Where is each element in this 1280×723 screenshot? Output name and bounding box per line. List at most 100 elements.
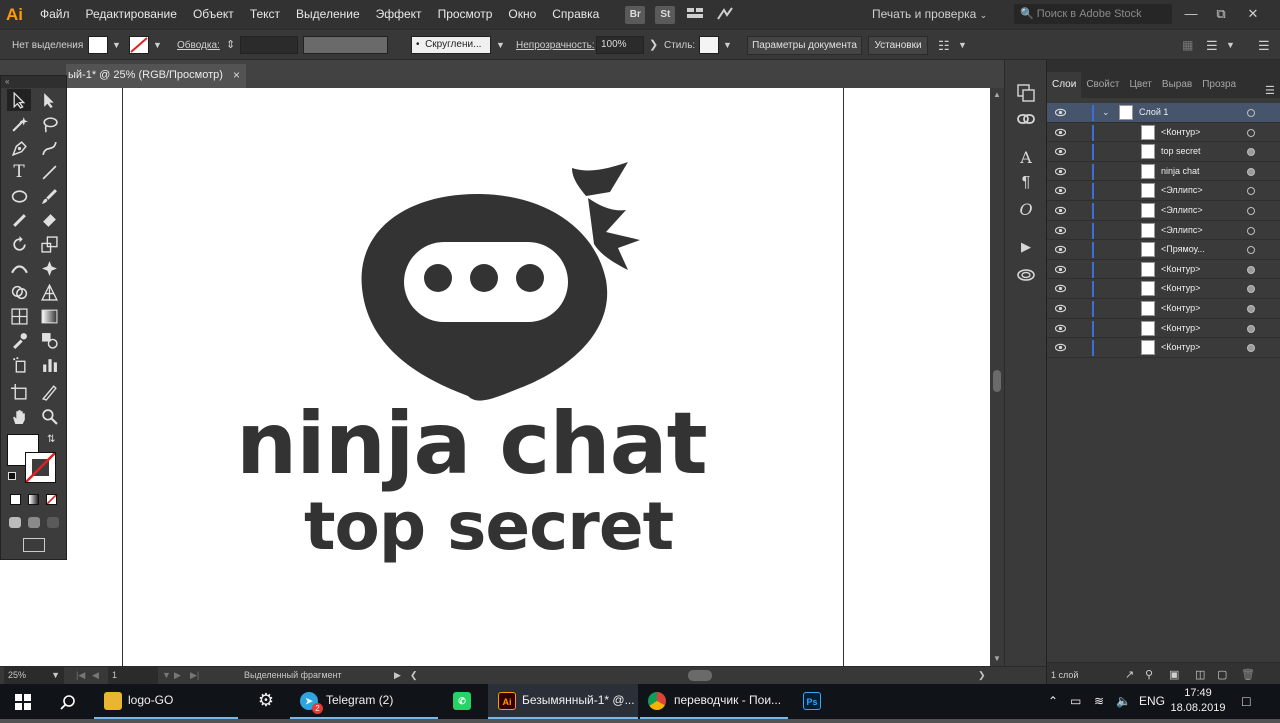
horizontal-scroll-thumb[interactable] <box>688 670 712 681</box>
layer-name[interactable]: <Контур> <box>1161 279 1200 298</box>
tab-layers[interactable]: Слои <box>1047 72 1082 98</box>
control-dropdown-icon[interactable]: ▼ <box>1226 30 1235 61</box>
shaper-tool-icon[interactable] <box>7 209 31 231</box>
align-icon[interactable]: ▦ <box>1182 30 1193 61</box>
gpu-performance-icon[interactable] <box>715 6 735 24</box>
zoom-tool-icon[interactable] <box>37 405 61 427</box>
stock-icon[interactable]: St <box>655 5 676 24</box>
layer-target-icon[interactable] <box>1247 344 1255 353</box>
show-hidden-icons[interactable]: ⌃ <box>1048 684 1058 719</box>
layer-target-icon[interactable] <box>1247 187 1255 196</box>
direct-selection-tool-icon[interactable] <box>37 89 61 111</box>
tab-transparency[interactable]: Прозра <box>1197 72 1241 98</box>
layer-target-icon[interactable] <box>1247 285 1255 294</box>
type-tool-icon[interactable]: T <box>7 161 31 183</box>
settings-taskbar-icon[interactable]: ⚙ <box>248 684 284 719</box>
layer-target-icon[interactable] <box>1247 148 1255 157</box>
scale-tool-icon[interactable] <box>37 233 61 255</box>
preferences-button[interactable]: Установки <box>868 36 928 55</box>
photoshop-taskbar-icon[interactable]: Ps <box>794 684 830 719</box>
perspective-grid-tool-icon[interactable] <box>37 281 61 303</box>
ninja-logo-artwork[interactable] <box>0 88 990 666</box>
scroll-left-icon[interactable]: ❮ <box>410 667 418 684</box>
visibility-eye-icon[interactable] <box>1055 166 1066 177</box>
none-mode-icon[interactable] <box>46 494 57 505</box>
curvature-tool-icon[interactable] <box>37 137 61 159</box>
layer-name[interactable]: top secret <box>1161 142 1201 161</box>
gradient-tool-icon[interactable] <box>37 305 61 327</box>
stroke-dropdown-icon[interactable]: ▼ <box>153 30 162 61</box>
menu-select[interactable]: Выделение <box>288 0 368 29</box>
layer-name[interactable]: <Контур> <box>1161 299 1200 318</box>
pen-tool-icon[interactable] <box>7 137 31 159</box>
line-tool-icon[interactable] <box>37 161 61 183</box>
status-menu-icon[interactable]: ▶ <box>394 667 401 684</box>
layer-name[interactable]: <Эллипс> <box>1161 221 1203 240</box>
control-bar-menu-icon[interactable]: ☰ <box>1258 30 1270 61</box>
visibility-eye-icon[interactable] <box>1055 107 1066 118</box>
illustrator-logo[interactable]: Ai <box>6 4 32 26</box>
arrange-dropdown-icon[interactable]: ▼ <box>958 30 967 61</box>
visibility-eye-icon[interactable] <box>1055 127 1066 138</box>
layer-row[interactable]: <Прямоу... <box>1047 240 1280 260</box>
layer-name[interactable]: <Эллипс> <box>1161 181 1203 200</box>
layer-target-icon[interactable] <box>1247 265 1255 274</box>
libraries-panel-icon[interactable] <box>1015 264 1037 286</box>
menu-object[interactable]: Объект <box>185 0 242 29</box>
variable-width-profile[interactable] <box>303 36 388 54</box>
screen-mode-icon[interactable] <box>23 538 45 552</box>
rotate-tool-icon[interactable] <box>7 233 31 255</box>
layer-target-icon[interactable] <box>1247 226 1255 235</box>
stock-search-input[interactable]: 🔍 Поиск в Adobe Stock <box>1014 4 1172 24</box>
layer-row[interactable]: ninja chat <box>1047 162 1280 182</box>
symbol-sprayer-tool-icon[interactable] <box>7 353 31 375</box>
ellipse-tool-icon[interactable] <box>7 185 31 207</box>
width-tool-icon[interactable] <box>7 257 31 279</box>
visibility-eye-icon[interactable] <box>1055 283 1066 294</box>
network-tray-icon[interactable]: ▭ <box>1070 684 1081 719</box>
layer-name[interactable]: <Контур> <box>1161 338 1200 357</box>
artboard-tool-icon[interactable] <box>7 381 31 403</box>
layer-target-icon[interactable] <box>1247 109 1255 117</box>
layer-row[interactable]: top secret <box>1047 142 1280 162</box>
layer-target-icon[interactable] <box>1247 246 1255 255</box>
scroll-right-icon[interactable]: ❯ <box>978 667 986 684</box>
opacity-arrow-icon[interactable]: ❯ <box>649 30 658 61</box>
panel-menu-icon[interactable]: ☰ <box>1206 30 1218 61</box>
taskbar-item-illustrator[interactable]: Ai Безымянный-1* @... <box>488 684 638 719</box>
layer-name[interactable]: Слой 1 <box>1139 103 1168 122</box>
draw-behind-icon[interactable] <box>28 517 40 528</box>
layer-row[interactable]: <Контур> <box>1047 123 1280 143</box>
minimize-button[interactable]: — <box>1176 0 1206 29</box>
artboard-dropdown-icon[interactable]: ▼ <box>162 667 171 684</box>
menu-help[interactable]: Справка <box>544 0 607 29</box>
arrange-documents-icon[interactable] <box>685 6 705 24</box>
column-graph-tool-icon[interactable] <box>37 353 61 375</box>
shape-builder-tool-icon[interactable] <box>7 281 31 303</box>
visibility-eye-icon[interactable] <box>1055 323 1066 334</box>
last-artboard-icon[interactable]: ▶| <box>190 667 199 684</box>
layer-target-icon[interactable] <box>1247 305 1255 313</box>
layer-row[interactable]: <Контур> <box>1047 338 1280 358</box>
layer-row[interactable]: <Контур> <box>1047 279 1280 299</box>
paintbrush-tool-icon[interactable] <box>37 185 61 207</box>
visibility-eye-icon[interactable] <box>1055 146 1066 157</box>
visibility-eye-icon[interactable] <box>1055 264 1066 275</box>
color-mode-icon[interactable] <box>10 494 21 505</box>
style-dropdown-icon[interactable]: ▼ <box>723 30 732 61</box>
layer-name[interactable]: <Прямоу... <box>1161 240 1205 259</box>
whatsapp-taskbar-icon[interactable]: ✆ <box>444 684 480 719</box>
tools-panel-header[interactable]: « <box>1 76 66 88</box>
previous-artboard-icon[interactable]: ◀ <box>92 667 99 684</box>
layer-target-icon[interactable] <box>1247 167 1255 176</box>
layers-panel-menu-icon[interactable]: ☰ <box>1265 84 1275 97</box>
document-tab[interactable]: ый-1* @ 25% (RGB/Просмотр) × <box>66 64 246 88</box>
bridge-icon[interactable]: Br <box>625 5 646 24</box>
taskbar-item-logo-go[interactable]: logo-GO <box>94 684 238 719</box>
draw-normal-icon[interactable] <box>9 517 21 528</box>
fill-dropdown-icon[interactable]: ▼ <box>112 30 121 61</box>
volume-icon[interactable]: 🔈 <box>1116 684 1131 719</box>
wifi-icon[interactable]: ≋ <box>1094 684 1104 719</box>
menu-file[interactable]: Файл <box>32 0 78 29</box>
puppet-warp-tool-icon[interactable] <box>37 257 61 279</box>
